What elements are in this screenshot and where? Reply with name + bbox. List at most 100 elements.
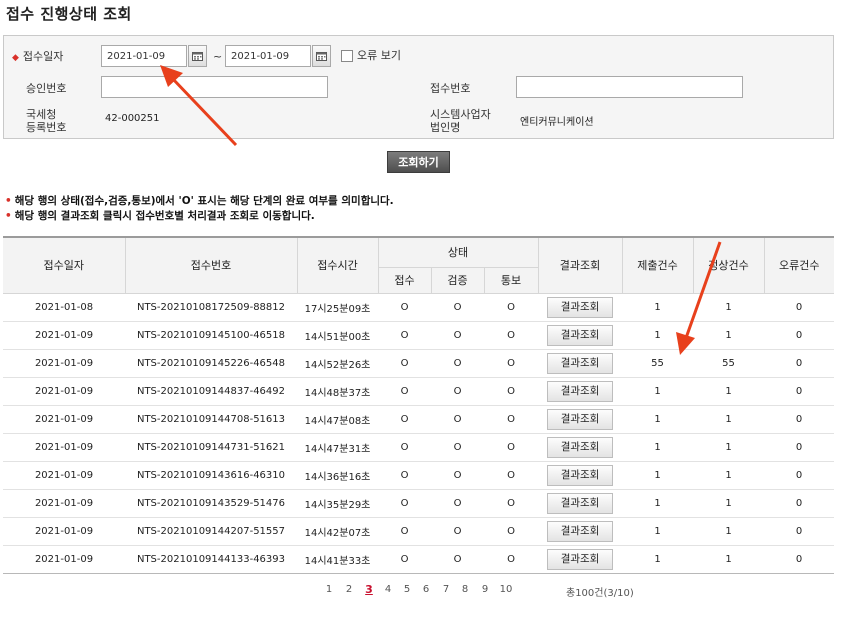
cell-normal: 1 xyxy=(693,517,765,546)
page-link-5[interactable]: 5 xyxy=(399,584,415,595)
cell-status-receipt: O xyxy=(378,293,431,322)
cell-result: 결과조회 xyxy=(538,517,623,546)
table-row: 2021-01-09 NTS-20210109144708-51613 14시47분… xyxy=(3,405,835,434)
date-to-input[interactable] xyxy=(225,45,311,67)
cell-date: 2021-01-09 xyxy=(3,321,125,350)
page-link-10[interactable]: 10 xyxy=(498,584,514,595)
system-corp-label-line2: 법인명 xyxy=(430,121,461,134)
cell-receipt-no: NTS-20210109144731-51621 xyxy=(125,433,297,462)
calendar-icon xyxy=(192,52,203,61)
cell-error: 0 xyxy=(764,321,835,350)
cell-status-verify: O xyxy=(431,405,484,434)
page-link-8[interactable]: 8 xyxy=(457,584,473,595)
result-view-button[interactable]: 결과조회 xyxy=(547,436,614,458)
cell-time: 14시52분26초 xyxy=(297,349,378,378)
cell-time: 14시42분07초 xyxy=(297,517,378,546)
page-link-9[interactable]: 9 xyxy=(477,584,493,595)
cell-status-verify: O xyxy=(431,321,484,350)
cell-receipt-no: NTS-20210109144837-46492 xyxy=(125,377,297,406)
cell-error: 0 xyxy=(764,293,835,322)
cell-result: 결과조회 xyxy=(538,377,623,406)
cell-normal: 1 xyxy=(693,405,765,434)
cell-normal: 1 xyxy=(693,433,765,462)
result-view-button[interactable]: 결과조회 xyxy=(547,520,614,542)
cell-status-receipt: O xyxy=(378,349,431,378)
cell-status-receipt: O xyxy=(378,321,431,350)
table-row: 2021-01-09 NTS-20210109144731-51621 14시47분… xyxy=(3,433,835,462)
cell-status-receipt: O xyxy=(378,433,431,462)
result-view-button[interactable]: 결과조회 xyxy=(547,408,614,430)
approval-no-input[interactable] xyxy=(101,76,328,98)
date-to-calendar-button[interactable] xyxy=(312,45,331,67)
page-link-2[interactable]: 2 xyxy=(341,584,357,595)
col-header-date: 접수일자 xyxy=(3,236,125,294)
cell-result: 결과조회 xyxy=(538,293,623,322)
nts-registration-label: 국세청 등록번호 xyxy=(26,108,66,134)
result-view-button[interactable]: 결과조회 xyxy=(547,380,614,402)
result-view-button[interactable]: 결과조회 xyxy=(547,324,614,346)
result-view-button[interactable]: 결과조회 xyxy=(547,352,614,374)
page-link-3[interactable]: 3 xyxy=(361,583,377,596)
result-view-button[interactable]: 결과조회 xyxy=(547,464,614,486)
required-mark-icon: ◆ xyxy=(12,53,19,63)
cell-submitted: 1 xyxy=(622,461,694,490)
cell-receipt-no: NTS-20210109145100-46518 xyxy=(125,321,297,350)
cell-normal: 1 xyxy=(693,461,765,490)
cell-status-verify: O xyxy=(431,377,484,406)
date-from-input[interactable] xyxy=(101,45,187,67)
cell-receipt-no: NTS-20210109145226-46548 xyxy=(125,349,297,378)
note-status-meaning: • 해당 행의 상태(접수,검증,통보)에서 'O' 표시는 해당 단계의 완료 … xyxy=(5,193,394,208)
nts-registration-label-line1: 국세청 xyxy=(26,108,57,121)
cell-status-verify: O xyxy=(431,489,484,518)
error-view-label[interactable]: 오류 보기 xyxy=(357,49,401,62)
cell-receipt-no: NTS-20210109144207-51557 xyxy=(125,517,297,546)
cell-receipt-no: NTS-20210109143616-46310 xyxy=(125,461,297,490)
result-view-button[interactable]: 결과조회 xyxy=(547,492,614,514)
date-range-separator: ~ xyxy=(213,50,223,63)
search-form: ◆접수일자 ~ 오류 보기 승인번호 접수번호 국세청등록번호 42-00025… xyxy=(3,35,834,139)
table-body: 2021-01-08 NTS-20210108172509-88812 17시25분… xyxy=(3,293,835,574)
cell-status-receipt: O xyxy=(378,545,431,574)
receipt-date-label-text: 접수일자 xyxy=(22,50,64,63)
page-title: 접수 진행상태 조회 xyxy=(6,5,132,23)
cell-status-receipt: O xyxy=(378,489,431,518)
search-button[interactable]: 조회하기 xyxy=(387,151,450,173)
cell-status-verify: O xyxy=(431,349,484,378)
page-link-7[interactable]: 7 xyxy=(438,584,454,595)
receipt-no-input[interactable] xyxy=(516,76,743,98)
system-corp-label: 시스템사업자 법인명 xyxy=(430,108,491,134)
page-link-6[interactable]: 6 xyxy=(418,584,434,595)
cell-submitted: 1 xyxy=(622,489,694,518)
calendar-icon xyxy=(316,52,327,61)
error-view-checkbox[interactable] xyxy=(341,50,353,62)
cell-date: 2021-01-09 xyxy=(3,517,125,546)
date-from-calendar-button[interactable] xyxy=(188,45,207,67)
cell-status-receipt: O xyxy=(378,405,431,434)
cell-receipt-no: NTS-20210109144708-51613 xyxy=(125,405,297,434)
col-header-result: 결과조회 xyxy=(537,236,623,294)
cell-time: 14시47분08초 xyxy=(297,405,378,434)
cell-result: 결과조회 xyxy=(538,349,623,378)
cell-status-receipt: O xyxy=(378,377,431,406)
cell-date: 2021-01-08 xyxy=(3,293,125,322)
cell-time: 14시41분33초 xyxy=(297,545,378,574)
note-status-meaning-text: 해당 행의 상태(접수,검증,통보)에서 'O' 표시는 해당 단계의 완료 여… xyxy=(14,195,394,207)
cell-error: 0 xyxy=(764,405,835,434)
approval-no-label: 승인번호 xyxy=(26,82,67,95)
cell-status-notify: O xyxy=(484,377,539,406)
col-header-submitted: 제출건수 xyxy=(621,236,694,294)
cell-status-receipt: O xyxy=(378,517,431,546)
cell-result: 결과조회 xyxy=(538,545,623,574)
cell-status-notify: O xyxy=(484,461,539,490)
cell-date: 2021-01-09 xyxy=(3,433,125,462)
cell-date: 2021-01-09 xyxy=(3,405,125,434)
cell-error: 0 xyxy=(764,433,835,462)
receipt-status-table: 접수일자 접수번호 접수시간 상태 결과조회 제출건수 정상건수 오류건수 접수… xyxy=(3,236,835,574)
cell-time: 14시48분37초 xyxy=(297,377,378,406)
cell-error: 0 xyxy=(764,517,835,546)
page-link-1[interactable]: 1 xyxy=(321,584,337,595)
cell-status-notify: O xyxy=(484,293,539,322)
result-view-button[interactable]: 결과조회 xyxy=(547,296,614,318)
page-link-4[interactable]: 4 xyxy=(380,584,396,595)
result-view-button[interactable]: 결과조회 xyxy=(547,548,614,570)
